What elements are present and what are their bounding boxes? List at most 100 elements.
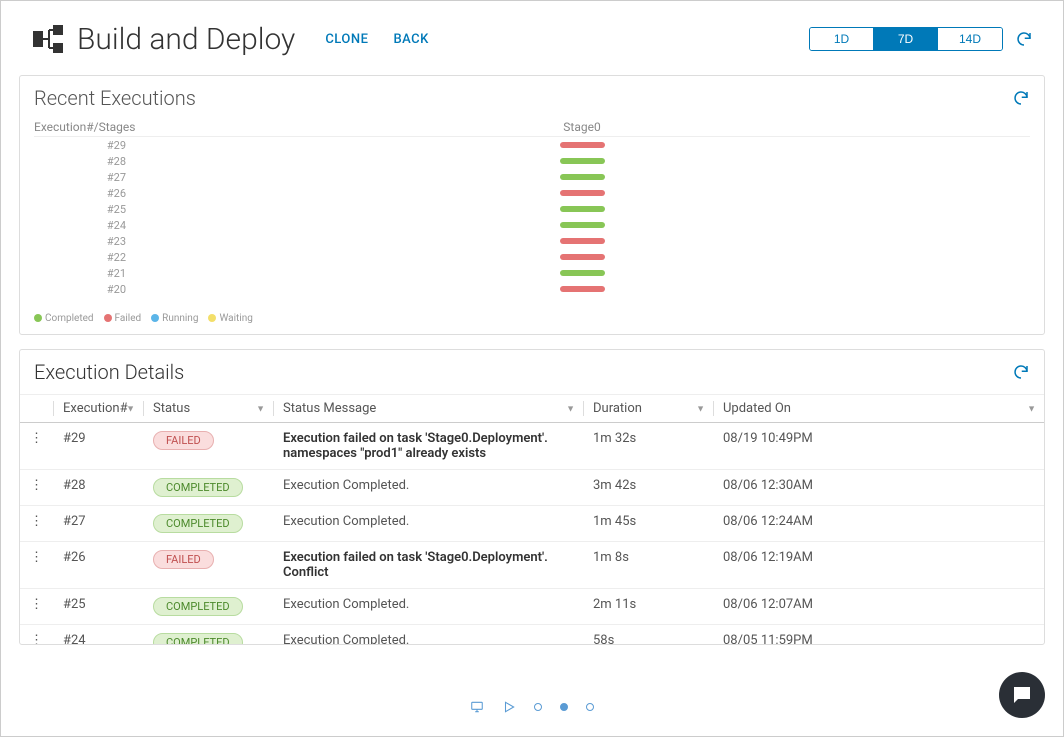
chart-col-stage: Stage0 (134, 120, 1030, 134)
filter-icon[interactable]: ▼ (566, 403, 575, 414)
table-row: ⋮#28COMPLETEDExecution Completed.3m 42s0… (20, 470, 1044, 506)
duration-cell: 1m 32s (583, 423, 713, 470)
status-message: Execution Completed. (283, 597, 409, 612)
stage-status-bar[interactable] (560, 142, 605, 148)
execution-id: #24 (53, 625, 143, 646)
execution-id: #27 (53, 506, 143, 542)
stage-status-bar[interactable] (560, 286, 605, 292)
chart-row-id: #20 (34, 283, 134, 296)
legend-failed-dot (104, 314, 112, 322)
stage-status-bar[interactable] (560, 222, 605, 228)
chart-row-bar-cell (134, 286, 1030, 292)
monitor-icon[interactable] (470, 700, 484, 714)
row-menu-icon[interactable]: ⋮ (20, 470, 53, 506)
message-cell: Execution Completed. (273, 506, 583, 542)
range-14d-button[interactable]: 14D (938, 28, 1002, 50)
table-row: ⋮#24COMPLETEDExecution Completed.58s08/0… (20, 625, 1044, 646)
legend-failed-label: Failed (115, 313, 142, 324)
legend-waiting-label: Waiting (219, 313, 252, 324)
back-link[interactable]: BACK (393, 32, 428, 47)
range-1d-button[interactable]: 1D (810, 28, 874, 50)
status-message: Execution failed on task 'Stage0.Deploym… (283, 431, 548, 461)
chat-bubble-button[interactable] (999, 672, 1045, 718)
duration-cell: 58s (583, 625, 713, 646)
page-header: Build and Deploy CLONE BACK 1D 7D 14D (1, 1, 1063, 67)
recent-executions-panel: Recent Executions Execution#/Stages Stag… (19, 75, 1045, 335)
table-row: ⋮#26 FAILED Execution failed on task 'Stag… (20, 542, 1044, 589)
status-badge: COMPLETED (153, 597, 243, 616)
updated-cell: 08/06 12:30AM (713, 470, 1044, 506)
carousel-dot-3[interactable] (586, 703, 594, 711)
duration-cell: 1m 8s (583, 542, 713, 589)
col-msg-header[interactable]: Status Message▼ (273, 395, 583, 423)
chart-col-id: Execution#/Stages (34, 120, 134, 134)
row-menu-icon[interactable]: ⋮ (20, 625, 53, 646)
stage-status-bar[interactable] (560, 206, 605, 212)
message-cell: Execution Completed. (273, 625, 583, 646)
status-badge: FAILED (153, 431, 214, 450)
execution-details-title: Execution Details (34, 360, 184, 384)
row-menu-icon[interactable]: ⋮ (20, 423, 53, 470)
executions-table: Execution#▼ Status▼ Status Message▼ Dura… (20, 394, 1044, 645)
status-cell: COMPLETED (143, 506, 273, 542)
filter-icon[interactable]: ▼ (256, 403, 265, 414)
message-cell: Execution failed on task 'Stage0.Deploym… (273, 542, 583, 589)
stage-status-bar[interactable] (560, 238, 605, 244)
status-message: Execution failed on task 'Stage0.Deploym… (283, 550, 548, 580)
updated-cell: 08/06 12:24AM (713, 506, 1044, 542)
details-refresh-icon[interactable] (1012, 363, 1030, 381)
col-status-header[interactable]: Status▼ (143, 395, 273, 423)
pipeline-icon (31, 21, 67, 57)
chart-row-bar-cell (134, 222, 1030, 228)
play-icon[interactable] (502, 700, 516, 714)
table-row: ⋮#27COMPLETEDExecution Completed.1m 45s0… (20, 506, 1044, 542)
status-message: Execution Completed. (283, 633, 409, 645)
row-menu-icon[interactable]: ⋮ (20, 506, 53, 542)
chart-row: #25 (34, 201, 1030, 217)
stage-status-bar[interactable] (560, 190, 605, 196)
updated-cell: 08/06 12:19AM (713, 542, 1044, 589)
chart-row-bar-cell (134, 190, 1030, 196)
chart-row-id: #22 (34, 251, 134, 264)
execution-id: #28 (53, 470, 143, 506)
filter-icon[interactable]: ▼ (1027, 403, 1036, 414)
stage-status-bar[interactable] (560, 254, 605, 260)
status-cell: FAILED (143, 542, 273, 589)
chart-row-bar-cell (134, 270, 1030, 276)
message-cell: Execution Completed. (273, 589, 583, 625)
clone-link[interactable]: CLONE (325, 32, 368, 47)
refresh-icon[interactable] (1015, 30, 1033, 48)
chart-row-bar-cell (134, 206, 1030, 212)
status-cell: COMPLETED (143, 589, 273, 625)
row-menu-icon[interactable]: ⋮ (20, 589, 53, 625)
status-badge: COMPLETED (153, 478, 243, 497)
updated-cell: 08/06 12:07AM (713, 589, 1044, 625)
stage-status-bar[interactable] (560, 270, 605, 276)
chart-row: #27 (34, 169, 1030, 185)
status-badge: FAILED (153, 550, 214, 569)
chart-row-id: #24 (34, 219, 134, 232)
chart-row-bar-cell (134, 174, 1030, 180)
execution-id: #26 (53, 542, 143, 589)
updated-cell: 08/19 10:49PM (713, 423, 1044, 470)
chart-row-id: #21 (34, 267, 134, 280)
filter-icon[interactable]: ▼ (696, 403, 705, 414)
range-7d-button[interactable]: 7D (874, 28, 938, 50)
chart-row: #23 (34, 233, 1030, 249)
chart-row-id: #26 (34, 187, 134, 200)
stage-status-bar[interactable] (560, 158, 605, 164)
duration-cell: 3m 42s (583, 470, 713, 506)
col-exec-header[interactable]: Execution#▼ (53, 395, 143, 423)
carousel-dot-2[interactable] (560, 703, 568, 711)
stage-status-bar[interactable] (560, 174, 605, 180)
recent-refresh-icon[interactable] (1012, 89, 1030, 107)
chart-legend: Completed Failed Running Waiting (20, 307, 1044, 334)
carousel-dot-1[interactable] (534, 703, 542, 711)
col-duration-header[interactable]: Duration▼ (583, 395, 713, 423)
status-badge: COMPLETED (153, 633, 243, 645)
table-row: ⋮#29FAILEDExecution failed on task 'Stag… (20, 423, 1044, 470)
col-updated-header[interactable]: Updated On▼ (713, 395, 1044, 423)
row-menu-icon[interactable]: ⋮ (20, 542, 53, 589)
chart-row-id: #25 (34, 203, 134, 216)
filter-icon[interactable]: ▼ (126, 403, 135, 414)
